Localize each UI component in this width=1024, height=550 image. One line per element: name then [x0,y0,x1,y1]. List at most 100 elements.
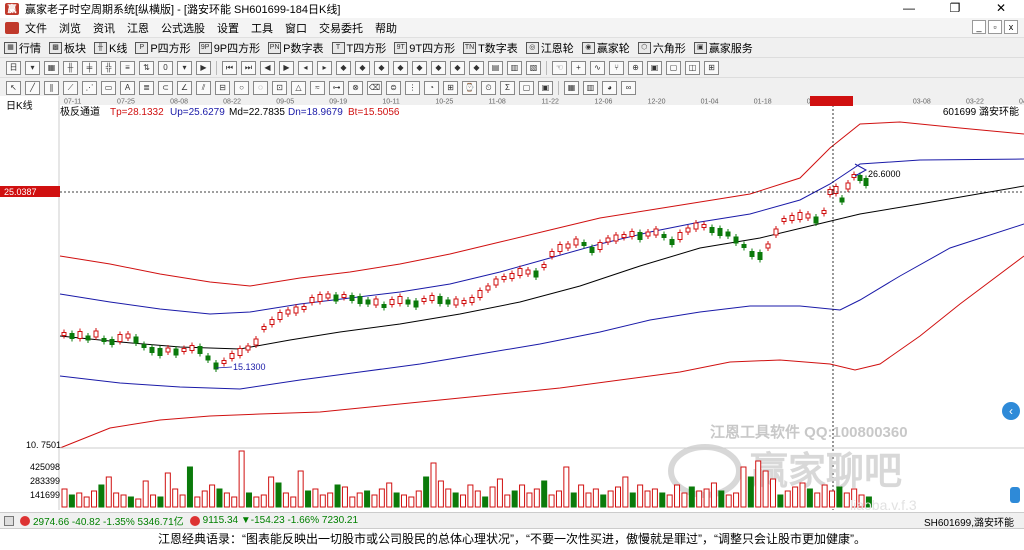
diamond-icon[interactable]: ◆ [450,60,465,75]
table-icon[interactable]: ▧ [526,60,541,75]
globe-icon[interactable]: ◕ [602,80,617,95]
menu-help[interactable]: 帮助 [369,20,403,36]
sh-index-text[interactable]: 2974.66 -40.82 -1.35% 5346.71亿 [33,513,184,528]
mdi-minimize-button[interactable]: _ [972,20,986,34]
clip-icon[interactable]: ⊕ [628,60,643,75]
kline-svg[interactable]: 07-11 07-25 08-08 08-22 09-05 09-19 10-11 10-25… [0,96,1024,513]
bars-icon[interactable]: ╬ [101,60,116,75]
angle-icon[interactable]: ∠ [177,80,192,95]
cycle-icon[interactable]: ⊂ [158,80,173,95]
dropdown-icon[interactable]: ▾ [177,60,192,75]
rect-icon[interactable]: ▭ [101,80,116,95]
grid-line-icon[interactable]: ⊟ [215,80,230,95]
tb-p-square[interactable]: P P四方形 [131,40,194,56]
wave-icon[interactable]: ≈ [310,80,325,95]
side-float-button[interactable]: ‹ [1002,402,1020,420]
flag-icon[interactable]: ▶ [196,60,211,75]
menu-settings[interactable]: 设置 [211,20,245,36]
grid-icon[interactable]: ⊞ [443,80,458,95]
fib-icon[interactable]: ≣ [139,80,154,95]
menu-tools[interactable]: 工具 [245,20,279,36]
table-icon[interactable]: ▥ [507,60,522,75]
layout-icon[interactable]: ▣ [647,60,662,75]
table-icon[interactable]: ▤ [488,60,503,75]
gann-fan-icon[interactable]: ⫽ [196,80,211,95]
close-button[interactable]: ✕ [978,0,1024,18]
menu-file[interactable]: 文件 [19,20,53,36]
diamond-icon[interactable]: ◆ [336,60,351,75]
menu-trade[interactable]: 交易委托 [313,20,369,36]
delete-icon[interactable]: ⊗ [348,80,363,95]
fork-icon[interactable]: ⑂ [609,60,624,75]
left-icon[interactable]: ◂ [298,60,313,75]
kline-chart[interactable]: 07-11 07-25 08-08 08-22 09-05 09-19 10-11 10-25… [0,96,1024,513]
square-icon[interactable]: ▢ [519,80,534,95]
sz-index-text[interactable]: 9115.34 ▼-154.23 -1.66% 7230.21 [203,515,358,526]
hand-icon[interactable]: ☜ [552,60,567,75]
diamond-icon[interactable]: ◆ [374,60,389,75]
grid-icon[interactable]: ▦ [44,60,59,75]
tb-9p-square[interactable]: 9P 9P四方形 [195,40,264,56]
tb-9t-square[interactable]: 9T 9T四方形 [390,40,459,56]
bars-icon[interactable]: ⋮ [405,80,420,95]
sigma-icon[interactable]: Σ [500,80,515,95]
menu-formula[interactable]: 公式选股 [155,20,211,36]
network-icon[interactable]: ⊞ [704,60,719,75]
prev-icon[interactable]: ◀ [260,60,275,75]
table-icon[interactable]: ▦ [564,80,579,95]
circle-icon[interactable]: ○ [234,80,249,95]
tb-t-table[interactable]: TN T数字表 [459,40,522,56]
mdi-restore-button[interactable]: ▫ [988,20,1002,34]
last-icon[interactable]: ⏭ [241,60,256,75]
arrow-icon[interactable]: ↖ [6,80,21,95]
panel-icon[interactable]: ▢ [666,60,681,75]
channel-icon[interactable]: ⋰ [82,80,97,95]
tb-sector[interactable]: ▩ 板块 [45,40,90,56]
minimize-button[interactable]: — [886,0,932,18]
text-icon[interactable]: A [120,80,135,95]
fan-icon[interactable]: ⟋ [63,80,78,95]
eraser-icon[interactable]: ⌫ [367,80,382,95]
diamond-icon[interactable]: ◆ [469,60,484,75]
time-icon[interactable]: ⏲ [481,80,496,95]
tb-winner-wheel[interactable]: ◉ 赢家轮 [578,40,634,56]
menu-info[interactable]: 资讯 [87,20,121,36]
candle-icon[interactable]: ╫ [63,60,78,75]
menu-gann[interactable]: 江恩 [121,20,155,36]
bar-icon[interactable]: ╪ [82,60,97,75]
cycle-icon[interactable]: ⊜ [386,80,401,95]
window-icon[interactable]: ◫ [685,60,700,75]
tb-kline[interactable]: ╫ K线 [90,40,131,56]
ray-icon[interactable]: ╱ [25,80,40,95]
signal-icon[interactable]: ⇅ [139,60,154,75]
diamond-icon[interactable]: ◆ [412,60,427,75]
quarter-icon[interactable]: ◔ [424,80,439,95]
tb-quotes[interactable]: ▦ 行情 [0,40,45,56]
wave-icon[interactable]: ∿ [590,60,605,75]
tb-winner-service[interactable]: ▣ 赢家服务 [690,40,757,56]
menu-browse[interactable]: 浏览 [53,20,87,36]
tb-t-square[interactable]: T T四方形 [328,40,391,56]
time-icon[interactable]: ⌚ [462,80,477,95]
app-menu-icon[interactable] [5,21,19,34]
line-icon[interactable]: ≡ [120,60,135,75]
square-icon[interactable]: ▣ [538,80,553,95]
tri-icon[interactable]: △ [291,80,306,95]
first-icon[interactable]: ⏮ [222,60,237,75]
status-menu-icon[interactable] [4,515,14,526]
zero-icon[interactable]: 0 [158,60,173,75]
right-icon[interactable]: ▸ [317,60,332,75]
box-icon[interactable]: ⊡ [272,80,287,95]
spiral-icon[interactable]: ◌ [253,80,268,95]
diamond-icon[interactable]: ◆ [431,60,446,75]
tb-hexagon[interactable]: ⬡ 六角形 [634,40,690,56]
parallel-icon[interactable]: ∥ [44,80,59,95]
crosshair-icon[interactable]: + [571,60,586,75]
ruler-icon[interactable]: ⊶ [329,80,344,95]
diamond-icon[interactable]: ◆ [393,60,408,75]
maximize-button[interactable]: ❐ [932,0,978,18]
diamond-icon[interactable]: ◆ [355,60,370,75]
tb-p-table[interactable]: PN P数字表 [264,40,327,56]
side-scroll-tab[interactable] [1010,487,1020,503]
menu-window[interactable]: 窗口 [279,20,313,36]
